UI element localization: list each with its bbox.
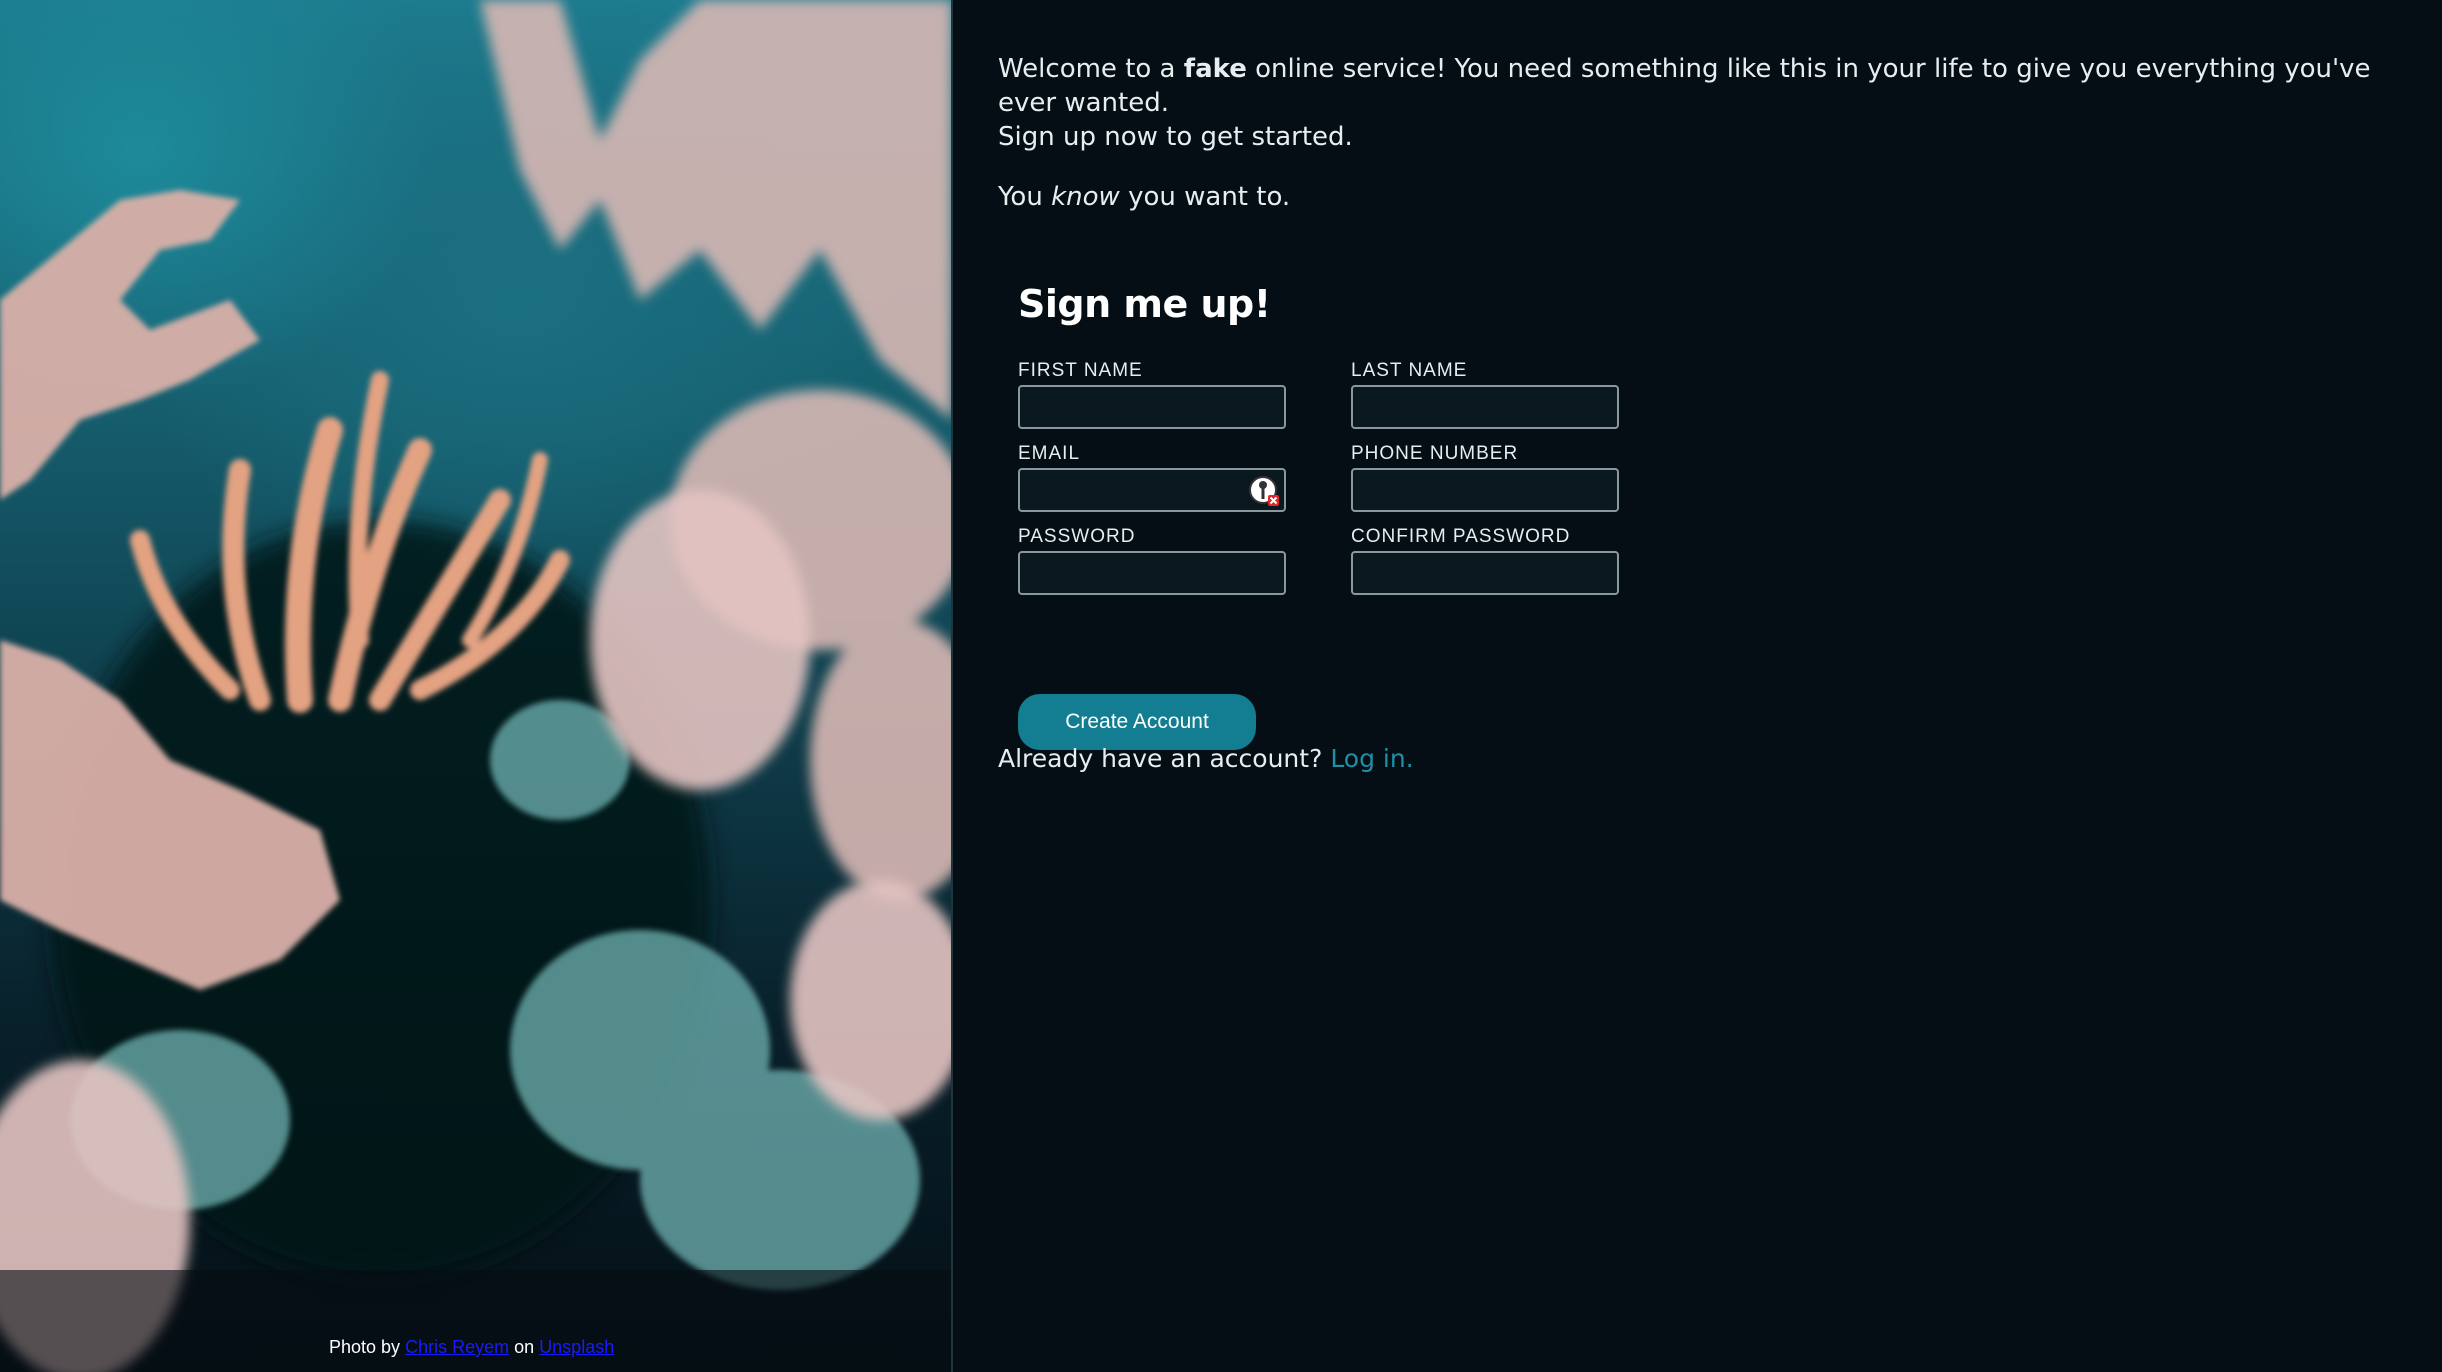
email-input[interactable]	[1018, 468, 1286, 512]
photo-credit-on: on	[514, 1337, 535, 1357]
create-account-button[interactable]: Create Account	[1018, 694, 1256, 750]
intro-fake-word: fake	[1183, 54, 1247, 84]
photo-credit: Photo by Chris Reyem on Unsplash	[329, 1337, 614, 1358]
password-input[interactable]	[1018, 551, 1286, 595]
panel-divider	[951, 0, 953, 1372]
tagline-know: know	[1051, 182, 1120, 212]
password-field: PASSWORD	[1018, 526, 1290, 595]
coral-illustration	[0, 0, 952, 1372]
tagline-start: You	[998, 182, 1043, 212]
phone-field: PHONE NUMBER	[1351, 443, 1623, 512]
email-label: EMAIL	[1018, 443, 1081, 464]
first-name-label: FIRST NAME	[1018, 360, 1143, 381]
login-link[interactable]: Log in.	[1330, 744, 1413, 773]
password-manager-icon[interactable]	[1248, 475, 1280, 507]
last-name-label: LAST NAME	[1351, 360, 1468, 381]
photographer-link[interactable]: Chris Reyem	[405, 1337, 509, 1357]
phone-input[interactable]	[1351, 468, 1619, 512]
tagline: You know you want to.	[998, 180, 2378, 214]
signup-form: Sign me up! FIRST NAME LAST NAME EMAIL P…	[1018, 282, 1698, 750]
photo-credit-prefix: Photo by	[329, 1337, 401, 1357]
last-name-input[interactable]	[1351, 385, 1619, 429]
login-prompt: Already have an account? Log in.	[998, 744, 1414, 773]
tagline-end: you want to.	[1128, 182, 1291, 212]
intro-text-start: Welcome to a	[998, 54, 1176, 84]
form-title: Sign me up!	[1018, 282, 1271, 326]
phone-label: PHONE NUMBER	[1351, 443, 1519, 464]
login-prompt-text: Already have an account?	[998, 744, 1323, 773]
intro-signup-line: Sign up now to get started.	[998, 122, 1353, 152]
coral-reef-photo: Photo by Chris Reyem on Unsplash	[0, 0, 952, 1372]
first-name-input[interactable]	[1018, 385, 1286, 429]
unsplash-link[interactable]: Unsplash	[539, 1337, 614, 1357]
intro-text: Welcome to a fake online service! You ne…	[998, 52, 2378, 154]
confirm-password-label: CONFIRM PASSWORD	[1351, 526, 1571, 547]
first-name-field: FIRST NAME	[1018, 360, 1290, 429]
signup-content: Welcome to a fake online service! You ne…	[998, 52, 2378, 773]
last-name-field: LAST NAME	[1351, 360, 1623, 429]
password-label: PASSWORD	[1018, 526, 1136, 547]
confirm-password-input[interactable]	[1351, 551, 1619, 595]
email-field: EMAIL	[1018, 443, 1290, 512]
confirm-password-field: CONFIRM PASSWORD	[1351, 526, 1623, 595]
